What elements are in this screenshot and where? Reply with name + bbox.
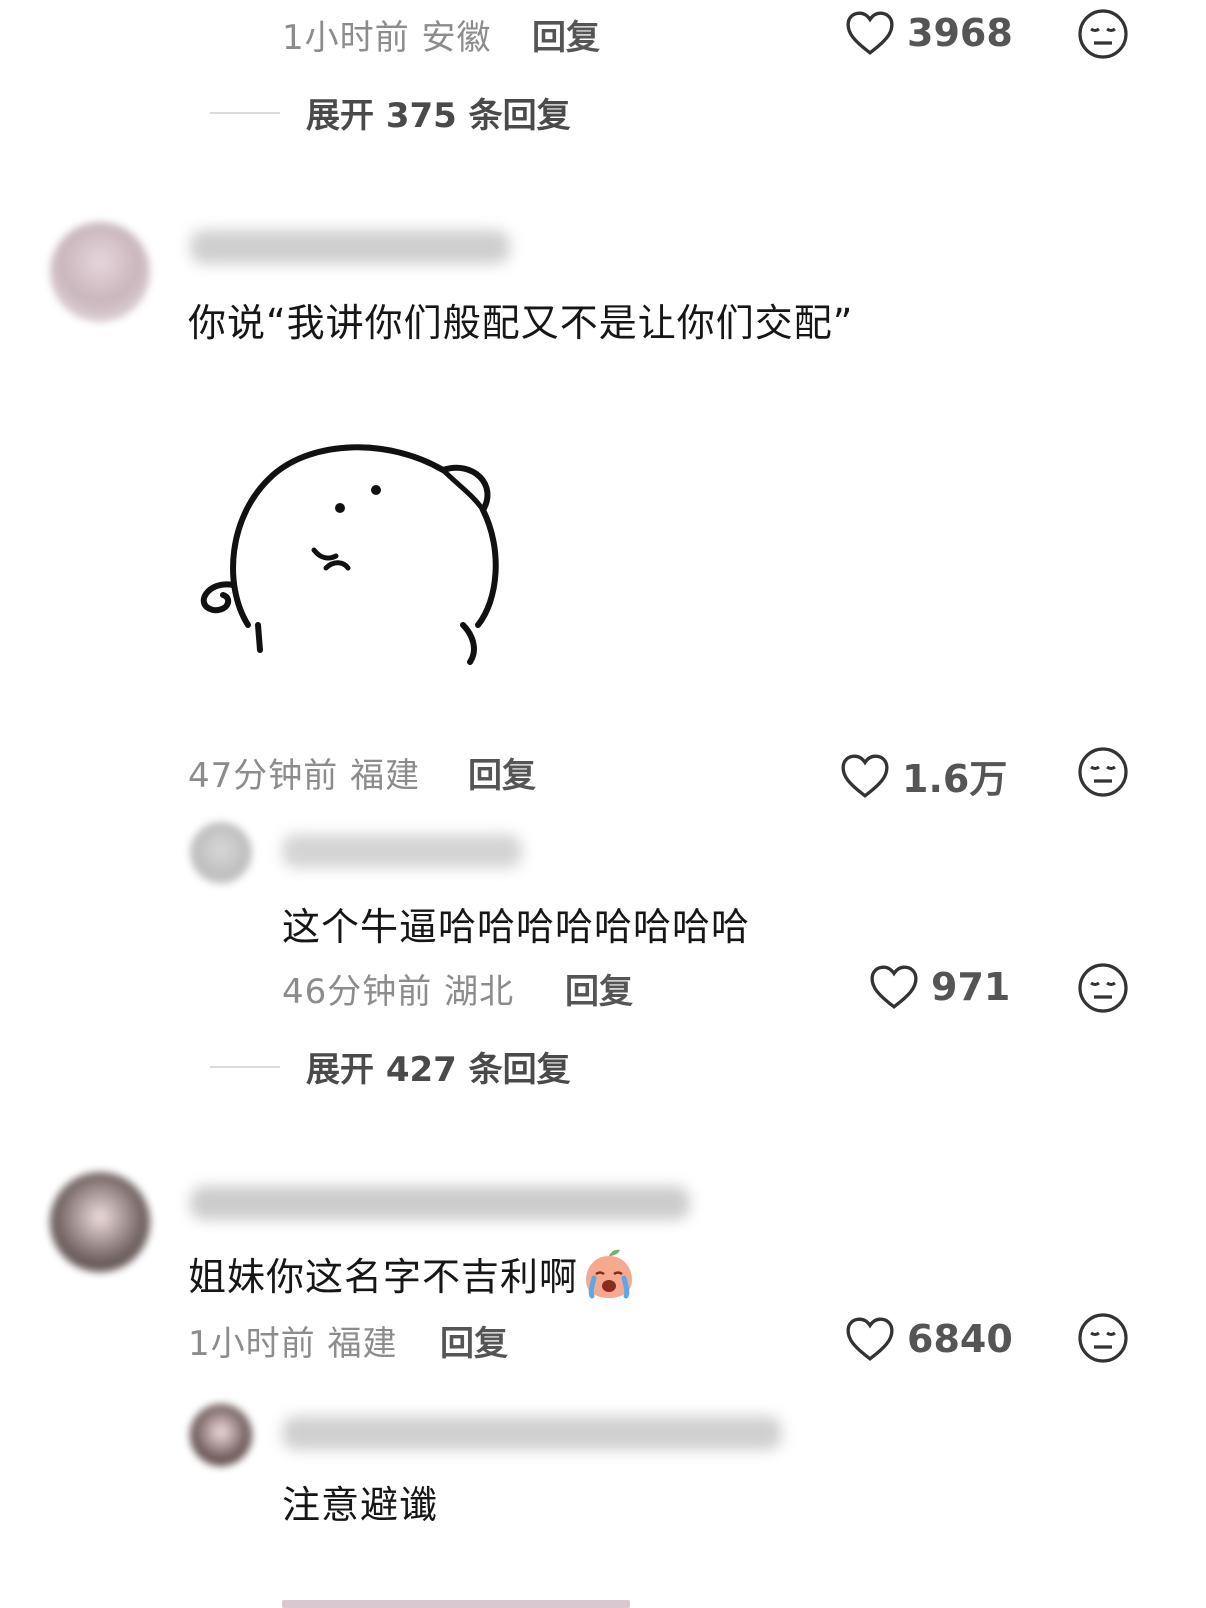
heart-outline-icon: [846, 11, 894, 55]
comment-text: 你说“我讲你们般配又不是让你们交配”: [188, 301, 854, 345]
heart-outline-icon: [846, 1317, 894, 1361]
dislike-button[interactable]: [1077, 746, 1129, 802]
reply-button[interactable]: 回复: [468, 748, 536, 797]
meh-face-icon: [1078, 747, 1128, 797]
expand-replies-button[interactable]: 展开 427 条回复: [210, 1042, 571, 1091]
username-blurred[interactable]: [282, 834, 522, 868]
avatar[interactable]: [50, 1172, 150, 1272]
dislike-button[interactable]: [1077, 962, 1129, 1018]
bottom-edge-bar: [282, 1600, 630, 1608]
bear-sticker-drawing: [200, 444, 499, 665]
avatar[interactable]: [190, 1404, 252, 1466]
meh-face-icon: [1078, 963, 1128, 1013]
reply-meta: 46分钟前 湖北: [282, 972, 515, 1012]
avatar[interactable]: [190, 822, 252, 884]
divider-line: [210, 111, 280, 114]
meh-face-icon: [1078, 9, 1128, 59]
username-blurred[interactable]: [190, 1186, 690, 1220]
username-blurred[interactable]: [282, 1416, 782, 1450]
like-count: 1.6万: [902, 757, 1008, 801]
crying-peach-emoji: [586, 1249, 633, 1298]
reply-text: 这个牛逼哈哈哈哈哈哈哈哈: [282, 905, 751, 949]
comment-content: 姐妹你这名字不吉利啊: [188, 1246, 636, 1301]
like-count: 3968: [907, 11, 1013, 55]
heart-outline-icon: [870, 965, 918, 1009]
divider-line: [210, 1065, 280, 1068]
expand-label: 展开 427 条回复: [306, 1050, 571, 1090]
like-count: 6840: [907, 1317, 1013, 1361]
reply-button[interactable]: 回复: [565, 964, 633, 1013]
comment-text: 姐妹你这名字不吉利啊: [188, 1255, 579, 1299]
comment-meta: 1小时前 福建: [188, 1324, 398, 1364]
like-button[interactable]: 971: [869, 964, 1010, 1010]
username-blurred[interactable]: [190, 230, 510, 264]
comment-meta: 47分钟前 福建: [188, 756, 421, 796]
heart-outline-icon: [841, 754, 889, 798]
like-button[interactable]: 6840: [845, 1316, 1013, 1362]
avatar[interactable]: [50, 222, 150, 322]
expand-label: 展开 375 条回复: [306, 96, 571, 136]
meh-face-icon: [1078, 1313, 1128, 1363]
bear-sticker[interactable]: [188, 410, 518, 690]
dislike-button[interactable]: [1077, 1312, 1129, 1368]
expand-replies-button[interactable]: 展开 375 条回复: [210, 88, 571, 137]
dislike-button[interactable]: [1077, 8, 1129, 64]
like-button[interactable]: 1.6万: [840, 748, 1007, 803]
like-button[interactable]: 3968: [845, 10, 1013, 56]
reply-button[interactable]: 回复: [532, 10, 600, 59]
reply-button[interactable]: 回复: [440, 1316, 508, 1365]
reply-text: 注意避谶: [282, 1483, 439, 1527]
like-count: 971: [931, 965, 1011, 1009]
comment-meta: 1小时前 安徽: [282, 18, 492, 58]
